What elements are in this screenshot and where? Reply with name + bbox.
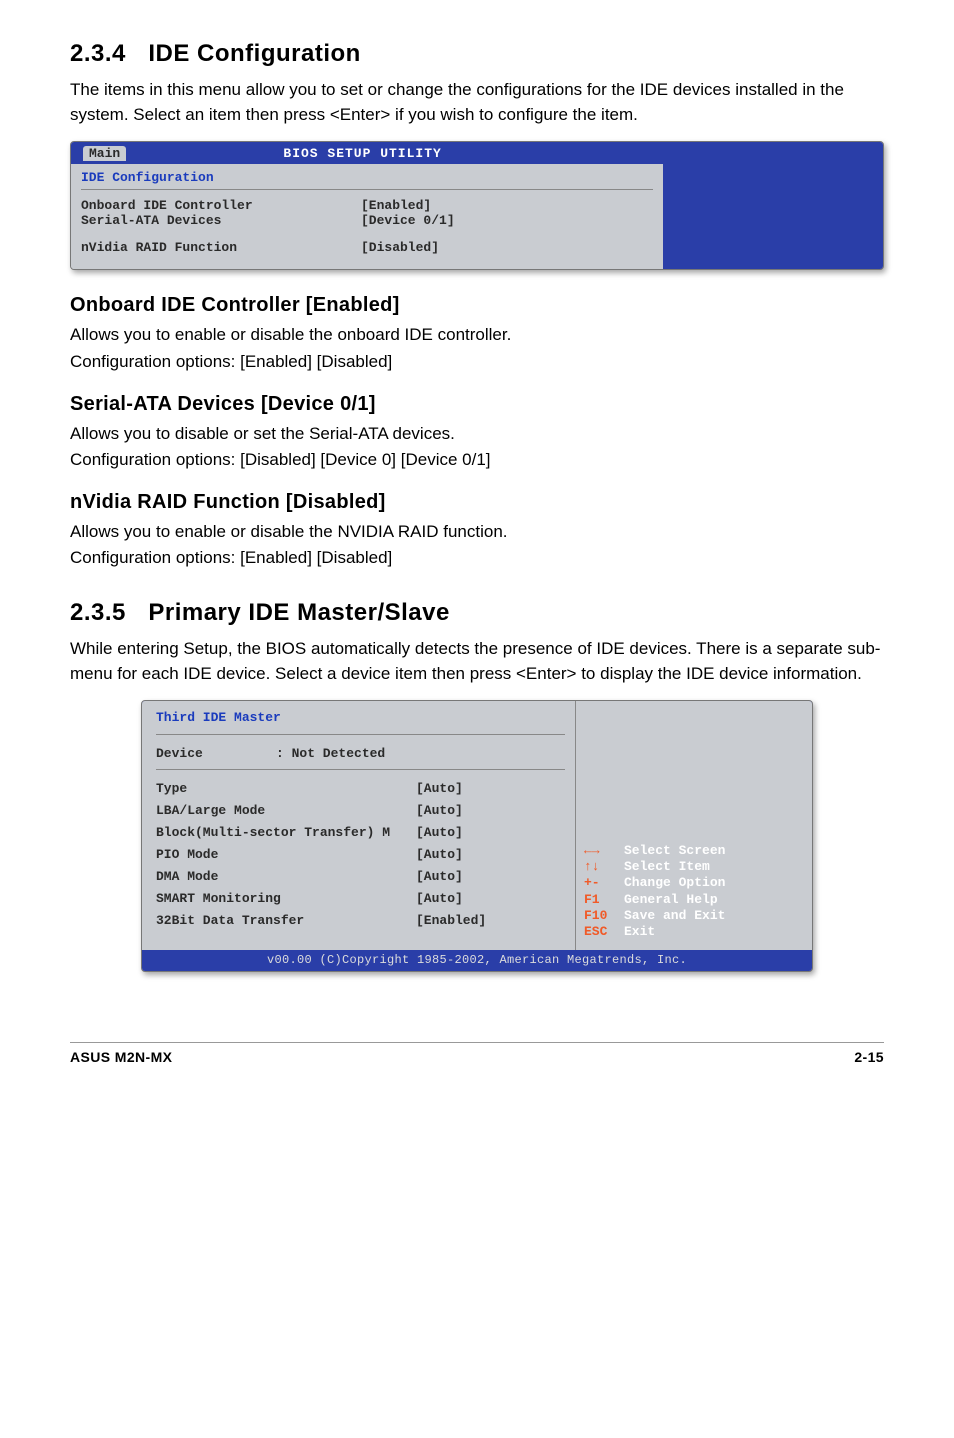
- bios-setting-value: [Auto]: [416, 888, 463, 910]
- section-number: 2.3.4: [70, 40, 126, 67]
- table-row: Block(Multi-sector Transfer) M[Auto]: [156, 822, 565, 844]
- bios-setting-value: [Auto]: [416, 822, 463, 844]
- legend-key: ESC: [584, 924, 624, 940]
- legend-text: Exit: [624, 924, 655, 939]
- bios-setting-label: Type: [156, 778, 416, 800]
- table-row: PIO Mode[Auto]: [156, 844, 565, 866]
- table-row: nVidia RAID Function [Disabled]: [81, 240, 653, 255]
- bios-screenshot-ide-master: Main Advanced Power Boot Tools Exit BIOS…: [141, 700, 813, 972]
- table-row: 32Bit Data Transfer[Enabled]: [156, 910, 565, 932]
- section-number: 2.3.5: [70, 599, 126, 626]
- bios-setting-value: [Auto]: [416, 866, 463, 888]
- bios-panel-heading: Third IDE Master: [156, 707, 565, 729]
- bios-key-legend: ←→Select Screen ↑↓Select Item +-Change O…: [584, 843, 804, 941]
- legend-key: F10: [584, 908, 624, 924]
- table-row: [81, 228, 653, 240]
- bios-setting-label: Block(Multi-sector Transfer) M: [156, 822, 416, 844]
- table-row: Serial-ATA Devices [Device 0/1]: [81, 213, 653, 228]
- bios-setting-label: PIO Mode: [156, 844, 416, 866]
- table-row: LBA/Large Mode[Auto]: [156, 800, 565, 822]
- bios-setting-value: [Auto]: [416, 778, 463, 800]
- bios-device-label: Device: [156, 743, 276, 765]
- table-row: Onboard IDE Controller [Enabled]: [81, 198, 653, 213]
- body-text: Configuration options: [Enabled] [Disabl…: [70, 350, 884, 375]
- table-row: Type[Auto]: [156, 778, 565, 800]
- legend-key: ↑↓: [584, 859, 624, 875]
- subhead-nvidia-raid: nVidia RAID Function [Disabled]: [70, 491, 884, 514]
- legend-key: +-: [584, 875, 624, 891]
- bios-setting-value: [Device 0/1]: [361, 213, 455, 228]
- legend-text: Select Item: [624, 859, 710, 874]
- bios-setting-value: [Disabled]: [361, 240, 439, 255]
- body-text: Allows you to enable or disable the onbo…: [70, 323, 884, 348]
- body-text: Configuration options: [Enabled] [Disabl…: [70, 546, 884, 571]
- bios-setting-value: [Enabled]: [361, 198, 431, 213]
- legend-text: General Help: [624, 892, 718, 907]
- section-2-3-5-header: 2.3.5 Primary IDE Master/Slave: [70, 599, 884, 627]
- footer-page-number: 2-15: [854, 1049, 884, 1065]
- page-footer: ASUS M2N-MX 2-15: [70, 1042, 884, 1065]
- section-title: IDE Configuration: [148, 40, 360, 67]
- bios-tab-main: Main: [83, 146, 126, 161]
- bios-screenshot-ide-config: Main BIOS SETUP UTILITY IDE Configuratio…: [70, 141, 884, 270]
- bios-setting-label: DMA Mode: [156, 866, 416, 888]
- table-row: Device : Not Detected: [156, 743, 565, 765]
- body-text: Allows you to enable or disable the NVID…: [70, 520, 884, 545]
- legend-text: Save and Exit: [624, 908, 725, 923]
- section-2-3-4-intro: The items in this menu allow you to set …: [70, 78, 884, 127]
- legend-text: Change Option: [624, 875, 725, 890]
- section-2-3-4-header: 2.3.4 IDE Configuration: [70, 40, 884, 68]
- legend-key: F1: [584, 892, 624, 908]
- footer-product: ASUS M2N-MX: [70, 1049, 172, 1065]
- subhead-serial-ata: Serial-ATA Devices [Device 0/1]: [70, 393, 884, 416]
- bios-setting-label: SMART Monitoring: [156, 888, 416, 910]
- bios-panel-heading: IDE Configuration: [81, 170, 653, 185]
- table-row: DMA Mode[Auto]: [156, 866, 565, 888]
- body-text: Allows you to disable or set the Serial-…: [70, 422, 884, 447]
- legend-text: Select Screen: [624, 843, 725, 858]
- subhead-onboard-ide: Onboard IDE Controller [Enabled]: [70, 294, 884, 317]
- bios-device-value: : Not Detected: [276, 743, 385, 765]
- bios-setting-label: Onboard IDE Controller: [81, 198, 361, 213]
- bios-utility-title: BIOS SETUP UTILITY: [126, 146, 599, 161]
- bios-setting-label: nVidia RAID Function: [81, 240, 361, 255]
- bios-setting-value: [Auto]: [416, 844, 463, 866]
- section-2-3-5-intro: While entering Setup, the BIOS automatic…: [70, 637, 884, 686]
- bios-setting-label: Serial-ATA Devices: [81, 213, 361, 228]
- bios-setting-value: [Enabled]: [416, 910, 486, 932]
- legend-key: ←→: [584, 843, 624, 859]
- bios-setting-label: 32Bit Data Transfer: [156, 910, 416, 932]
- bios-copyright-footer: v00.00 (C)Copyright 1985-2002, American …: [142, 950, 812, 971]
- bios-setting-value: [Auto]: [416, 800, 463, 822]
- section-title: Primary IDE Master/Slave: [148, 599, 450, 626]
- bios-setting-label: LBA/Large Mode: [156, 800, 416, 822]
- table-row: SMART Monitoring[Auto]: [156, 888, 565, 910]
- body-text: Configuration options: [Disabled] [Devic…: [70, 448, 884, 473]
